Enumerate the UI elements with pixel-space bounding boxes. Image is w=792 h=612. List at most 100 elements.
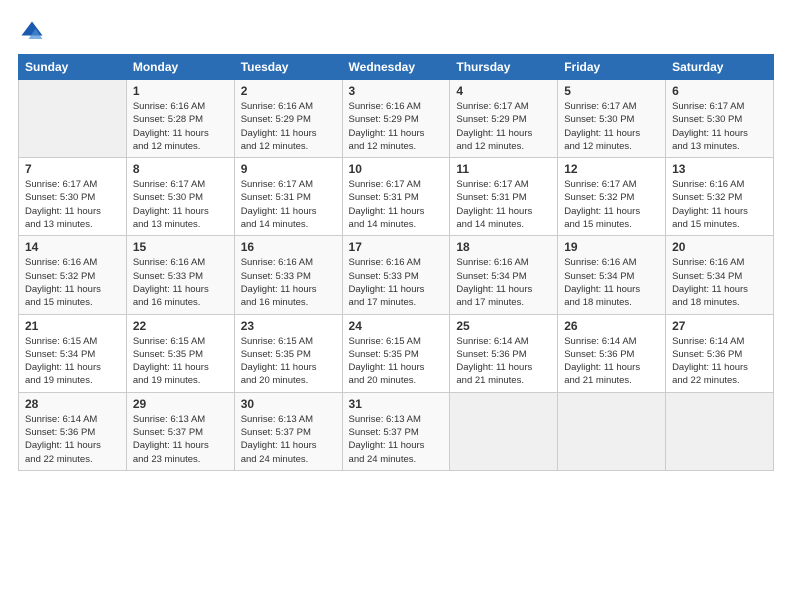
calendar-cell: 14 Sunrise: 6:16 AM Sunset: 5:32 PM Dayli… — [19, 236, 127, 314]
calendar-cell — [450, 392, 558, 470]
calendar-cell: 12 Sunrise: 6:17 AM Sunset: 5:32 PM Dayli… — [558, 158, 666, 236]
day-info: Sunrise: 6:17 AM Sunset: 5:29 PM Dayligh… — [456, 100, 551, 153]
calendar-cell: 22 Sunrise: 6:15 AM Sunset: 5:35 PM Dayli… — [126, 314, 234, 392]
day-info: Sunrise: 6:17 AM Sunset: 5:31 PM Dayligh… — [241, 178, 336, 231]
day-info: Sunrise: 6:13 AM Sunset: 5:37 PM Dayligh… — [133, 413, 228, 466]
day-number: 11 — [456, 162, 551, 176]
calendar-cell: 4 Sunrise: 6:17 AM Sunset: 5:29 PM Daylig… — [450, 80, 558, 158]
day-info: Sunrise: 6:13 AM Sunset: 5:37 PM Dayligh… — [241, 413, 336, 466]
day-info: Sunrise: 6:17 AM Sunset: 5:30 PM Dayligh… — [133, 178, 228, 231]
day-info: Sunrise: 6:15 AM Sunset: 5:35 PM Dayligh… — [133, 335, 228, 388]
calendar-cell: 6Sunrise: 6:17 AM Sunset: 5:30 PM Daylig… — [666, 80, 774, 158]
calendar-cell: 28 Sunrise: 6:14 AM Sunset: 5:36 PM Dayli… — [19, 392, 127, 470]
calendar-cell: 10 Sunrise: 6:17 AM Sunset: 5:31 PM Dayli… — [342, 158, 450, 236]
day-info: Sunrise: 6:17 AM Sunset: 5:32 PM Dayligh… — [564, 178, 659, 231]
calendar-cell: 29 Sunrise: 6:13 AM Sunset: 5:37 PM Dayli… — [126, 392, 234, 470]
day-info: Sunrise: 6:17 AM Sunset: 5:31 PM Dayligh… — [456, 178, 551, 231]
day-number: 21 — [25, 319, 120, 333]
day-info: Sunrise: 6:16 AM Sunset: 5:29 PM Dayligh… — [241, 100, 336, 153]
day-info: Sunrise: 6:16 AM Sunset: 5:33 PM Dayligh… — [349, 256, 444, 309]
calendar-cell — [558, 392, 666, 470]
calendar-cell: 25Sunrise: 6:14 AM Sunset: 5:36 PM Dayli… — [450, 314, 558, 392]
calendar-cell: 13 Sunrise: 6:16 AM Sunset: 5:32 PM Dayli… — [666, 158, 774, 236]
calendar-cell: 5 Sunrise: 6:17 AM Sunset: 5:30 PM Daylig… — [558, 80, 666, 158]
calendar-cell: 30 Sunrise: 6:13 AM Sunset: 5:37 PM Dayli… — [234, 392, 342, 470]
day-number: 18 — [456, 240, 551, 254]
day-number: 13 — [672, 162, 767, 176]
calendar-week-2: 7 Sunrise: 6:17 AM Sunset: 5:30 PM Daylig… — [19, 158, 774, 236]
col-header-wednesday: Wednesday — [342, 55, 450, 80]
day-number: 7 — [25, 162, 120, 176]
logo-icon — [18, 18, 46, 46]
day-number: 20 — [672, 240, 767, 254]
day-number: 5 — [564, 84, 659, 98]
calendar-cell: 24Sunrise: 6:15 AM Sunset: 5:35 PM Dayli… — [342, 314, 450, 392]
day-info: Sunrise: 6:16 AM Sunset: 5:29 PM Dayligh… — [349, 100, 444, 153]
day-info: Sunrise: 6:13 AM Sunset: 5:37 PM Dayligh… — [349, 413, 444, 466]
col-header-sunday: Sunday — [19, 55, 127, 80]
day-info: Sunrise: 6:16 AM Sunset: 5:28 PM Dayligh… — [133, 100, 228, 153]
calendar-cell: 26 Sunrise: 6:14 AM Sunset: 5:36 PM Dayli… — [558, 314, 666, 392]
day-info: Sunrise: 6:16 AM Sunset: 5:33 PM Dayligh… — [241, 256, 336, 309]
day-info: Sunrise: 6:16 AM Sunset: 5:33 PM Dayligh… — [133, 256, 228, 309]
day-number: 6 — [672, 84, 767, 98]
calendar-cell: 18 Sunrise: 6:16 AM Sunset: 5:34 PM Dayli… — [450, 236, 558, 314]
day-number: 19 — [564, 240, 659, 254]
day-number: 29 — [133, 397, 228, 411]
calendar-week-1: 1 Sunrise: 6:16 AM Sunset: 5:28 PM Daylig… — [19, 80, 774, 158]
col-header-thursday: Thursday — [450, 55, 558, 80]
calendar-cell: 21 Sunrise: 6:15 AM Sunset: 5:34 PM Dayli… — [19, 314, 127, 392]
day-number: 3 — [349, 84, 444, 98]
day-number: 30 — [241, 397, 336, 411]
calendar-cell: 19Sunrise: 6:16 AM Sunset: 5:34 PM Dayli… — [558, 236, 666, 314]
day-info: Sunrise: 6:14 AM Sunset: 5:36 PM Dayligh… — [564, 335, 659, 388]
day-info: Sunrise: 6:16 AM Sunset: 5:32 PM Dayligh… — [672, 178, 767, 231]
calendar-table: SundayMondayTuesdayWednesdayThursdayFrid… — [18, 54, 774, 471]
day-info: Sunrise: 6:14 AM Sunset: 5:36 PM Dayligh… — [25, 413, 120, 466]
calendar-cell: 2 Sunrise: 6:16 AM Sunset: 5:29 PM Daylig… — [234, 80, 342, 158]
day-number: 17 — [349, 240, 444, 254]
day-info: Sunrise: 6:14 AM Sunset: 5:36 PM Dayligh… — [672, 335, 767, 388]
day-number: 28 — [25, 397, 120, 411]
calendar-cell — [666, 392, 774, 470]
calendar-cell: 1 Sunrise: 6:16 AM Sunset: 5:28 PM Daylig… — [126, 80, 234, 158]
calendar-week-3: 14 Sunrise: 6:16 AM Sunset: 5:32 PM Dayli… — [19, 236, 774, 314]
day-info: Sunrise: 6:16 AM Sunset: 5:34 PM Dayligh… — [672, 256, 767, 309]
calendar-week-4: 21 Sunrise: 6:15 AM Sunset: 5:34 PM Dayli… — [19, 314, 774, 392]
day-info: Sunrise: 6:15 AM Sunset: 5:34 PM Dayligh… — [25, 335, 120, 388]
day-number: 16 — [241, 240, 336, 254]
calendar-cell: 17 Sunrise: 6:16 AM Sunset: 5:33 PM Dayli… — [342, 236, 450, 314]
calendar-cell: 8Sunrise: 6:17 AM Sunset: 5:30 PM Daylig… — [126, 158, 234, 236]
day-number: 12 — [564, 162, 659, 176]
col-header-tuesday: Tuesday — [234, 55, 342, 80]
day-number: 1 — [133, 84, 228, 98]
day-info: Sunrise: 6:15 AM Sunset: 5:35 PM Dayligh… — [349, 335, 444, 388]
day-number: 23 — [241, 319, 336, 333]
day-info: Sunrise: 6:16 AM Sunset: 5:32 PM Dayligh… — [25, 256, 120, 309]
day-info: Sunrise: 6:17 AM Sunset: 5:31 PM Dayligh… — [349, 178, 444, 231]
day-number: 31 — [349, 397, 444, 411]
day-number: 27 — [672, 319, 767, 333]
day-info: Sunrise: 6:17 AM Sunset: 5:30 PM Dayligh… — [25, 178, 120, 231]
day-number: 14 — [25, 240, 120, 254]
calendar-cell: 23 Sunrise: 6:15 AM Sunset: 5:35 PM Dayli… — [234, 314, 342, 392]
calendar-cell: 11 Sunrise: 6:17 AM Sunset: 5:31 PM Dayli… — [450, 158, 558, 236]
calendar-week-5: 28 Sunrise: 6:14 AM Sunset: 5:36 PM Dayli… — [19, 392, 774, 470]
day-number: 2 — [241, 84, 336, 98]
day-number: 10 — [349, 162, 444, 176]
day-number: 22 — [133, 319, 228, 333]
day-info: Sunrise: 6:15 AM Sunset: 5:35 PM Dayligh… — [241, 335, 336, 388]
calendar-cell: 31 Sunrise: 6:13 AM Sunset: 5:37 PM Dayli… — [342, 392, 450, 470]
col-header-friday: Friday — [558, 55, 666, 80]
day-info: Sunrise: 6:17 AM Sunset: 5:30 PM Dayligh… — [564, 100, 659, 153]
calendar-header-row: SundayMondayTuesdayWednesdayThursdayFrid… — [19, 55, 774, 80]
calendar-cell: 15Sunrise: 6:16 AM Sunset: 5:33 PM Dayli… — [126, 236, 234, 314]
calendar-cell: 16 Sunrise: 6:16 AM Sunset: 5:33 PM Dayli… — [234, 236, 342, 314]
day-number: 4 — [456, 84, 551, 98]
day-info: Sunrise: 6:16 AM Sunset: 5:34 PM Dayligh… — [456, 256, 551, 309]
calendar-cell: 3 Sunrise: 6:16 AM Sunset: 5:29 PM Daylig… — [342, 80, 450, 158]
calendar-cell: 27 Sunrise: 6:14 AM Sunset: 5:36 PM Dayli… — [666, 314, 774, 392]
day-number: 26 — [564, 319, 659, 333]
logo — [18, 18, 50, 46]
calendar-cell: 9Sunrise: 6:17 AM Sunset: 5:31 PM Daylig… — [234, 158, 342, 236]
